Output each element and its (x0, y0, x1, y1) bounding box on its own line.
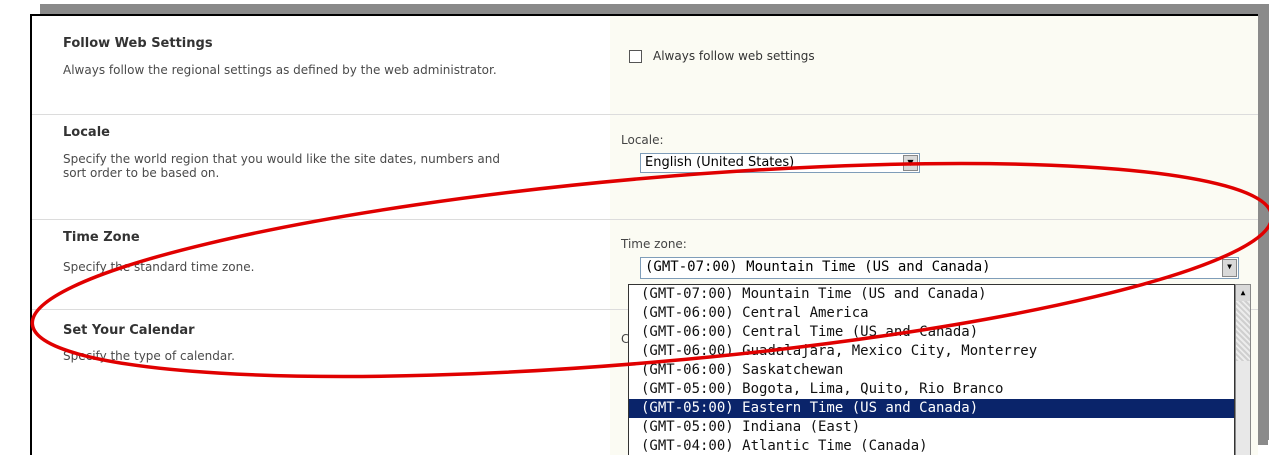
follow-web-settings-checkbox[interactable] (629, 50, 642, 63)
locale-select[interactable]: English (United States) ▼ (640, 153, 920, 173)
time-zone-option[interactable]: (GMT-06:00) Central Time (US and Canada) (629, 323, 1234, 342)
chevron-down-icon[interactable]: ▼ (903, 155, 918, 171)
locale-field-label: Locale: (621, 133, 664, 147)
time-zone-title: Time Zone (63, 230, 140, 245)
section-follow-web-settings: Follow Web Settings Always follow the re… (32, 16, 1258, 114)
follow-web-settings-label[interactable]: Always follow web settings (653, 49, 815, 63)
follow-settings-description: Always follow the regional settings as d… (63, 63, 497, 77)
section-locale: Locale Specify the world region that you… (32, 114, 1258, 220)
time-zone-option[interactable]: (GMT-05:00) Indiana (East) (629, 418, 1234, 437)
frame-shadow-top (70, 4, 1269, 14)
locale-description-line2: sort order to be based on. (63, 166, 220, 180)
time-zone-option[interactable]: (GMT-04:00) Atlantic Time (Canada) (629, 437, 1234, 455)
time-zone-select-value: (GMT-07:00) Mountain Time (US and Canada… (645, 259, 991, 275)
calendar-title: Set Your Calendar (63, 323, 195, 338)
time-zone-option[interactable]: (GMT-05:00) Bogota, Lima, Quito, Rio Bra… (629, 380, 1234, 399)
locale-description-line1: Specify the world region that you would … (63, 152, 500, 166)
time-zone-option[interactable]: (GMT-07:00) Mountain Time (US and Canada… (629, 285, 1234, 304)
scroll-up-arrow-icon[interactable]: ▲ (1236, 285, 1250, 302)
locale-title: Locale (63, 125, 110, 140)
time-zone-option-selected[interactable]: (GMT-05:00) Eastern Time (US and Canada) (629, 399, 1234, 418)
locale-select-value: English (United States) (645, 155, 795, 170)
settings-frame: Follow Web Settings Always follow the re… (30, 14, 1258, 455)
time-zone-dropdown-list[interactable]: (GMT-07:00) Mountain Time (US and Canada… (628, 284, 1251, 455)
dropdown-scrollbar[interactable]: ▲ (1235, 284, 1251, 455)
time-zone-description: Specify the standard time zone. (63, 260, 255, 274)
calendar-description: Specify the type of calendar. (63, 349, 235, 363)
time-zone-option[interactable]: (GMT-06:00) Saskatchewan (629, 361, 1234, 380)
time-zone-option[interactable]: (GMT-06:00) Central America (629, 304, 1234, 323)
time-zone-select[interactable]: (GMT-07:00) Mountain Time (US and Canada… (640, 257, 1239, 279)
time-zone-option[interactable]: (GMT-06:00) Guadalajara, Mexico City, Mo… (629, 342, 1234, 361)
chevron-down-icon[interactable]: ▼ (1222, 259, 1237, 277)
scroll-thumb[interactable] (1236, 301, 1250, 361)
follow-settings-title: Follow Web Settings (63, 36, 213, 51)
time-zone-field-label: Time zone: (621, 237, 687, 251)
